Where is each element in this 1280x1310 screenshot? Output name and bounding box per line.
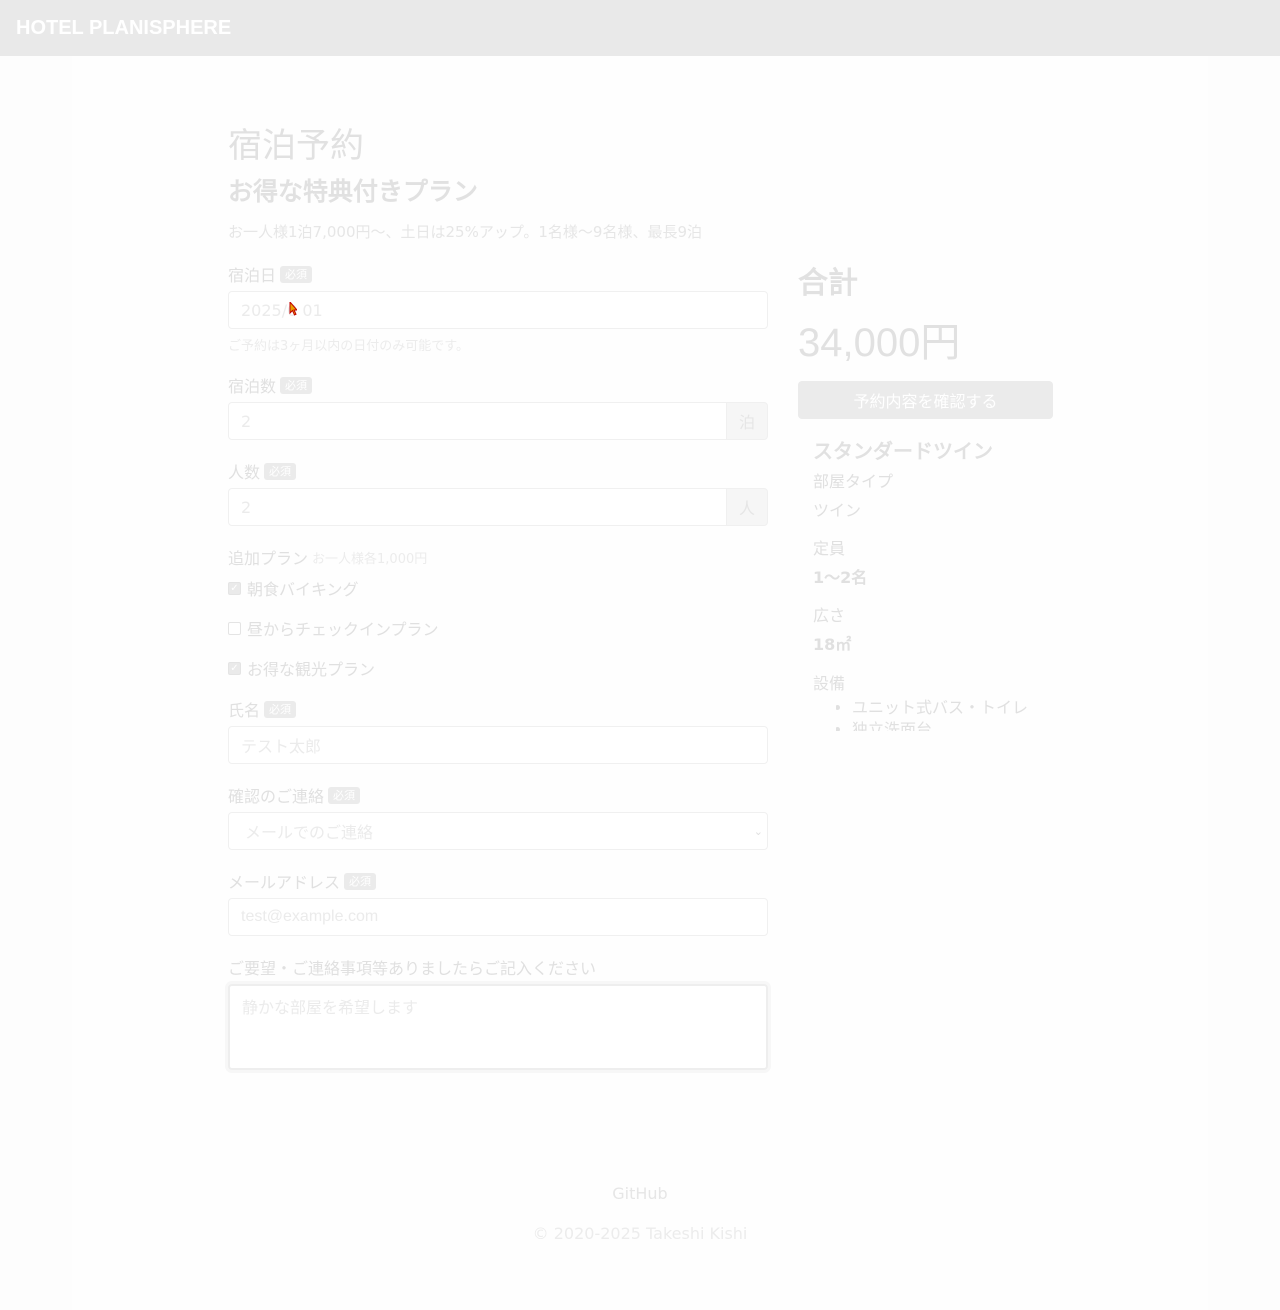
head-count-input[interactable]: 2 <box>228 488 727 526</box>
checkbox-checked-icon[interactable]: ✓ <box>228 581 241 595</box>
room-facilities-list: ユニット式バス・トイレ 独立洗面台 <box>836 697 1028 731</box>
email-label: メールアドレス 必須 <box>228 869 377 893</box>
room-type-value: ツイン <box>813 501 862 520</box>
comment-label: ご要望・ご連絡事項等ありましたらご記入ください <box>228 959 597 978</box>
date-help-text: ご予約は3ヶ月以内の日付のみ可能です。 <box>228 339 469 354</box>
plan-description: お一人様1泊7,000円〜、土日は25%アップ。1名様〜9名様、最長9泊 <box>228 223 703 241</box>
room-capacity-label: 定員 <box>813 539 846 558</box>
confirm-reservation-button[interactable]: 予約内容を確認する <box>798 381 1053 419</box>
required-badge: 必須 <box>280 265 313 283</box>
copyright: © 2020-2025 Takeshi Kishi <box>532 1224 748 1243</box>
checkbox-checked-icon[interactable]: ✓ <box>228 661 241 675</box>
room-size-label: 広さ <box>813 606 846 625</box>
term-unit: 泊 <box>726 402 768 440</box>
navbar: HOTEL PLANISPHERE <box>0 0 1280 56</box>
required-badge: 必須 <box>264 700 297 718</box>
room-name: スタンダードツイン <box>813 439 993 463</box>
list-item: 独立洗面台 <box>852 719 1028 731</box>
github-link: GitHub <box>612 1184 668 1203</box>
head-count-unit: 人 <box>726 488 768 526</box>
early-checkin-checkbox-row[interactable]: 昼からチェックインプラン <box>228 616 439 640</box>
required-badge: 必須 <box>280 376 313 394</box>
contact-label: 確認のご連絡 必須 <box>228 783 361 807</box>
required-badge: 必須 <box>328 786 361 804</box>
email-input[interactable]: test@example.com <box>228 898 768 936</box>
term-input[interactable]: 2 <box>228 402 727 440</box>
room-capacity-value: 1〜2名 <box>813 568 868 587</box>
term-label: 宿泊数 必須 <box>228 373 313 397</box>
sightseeing-checkbox-row[interactable]: ✓ お得な観光プラン <box>228 656 375 680</box>
page-title: 宿泊予約 <box>228 126 364 166</box>
contact-select[interactable]: メールでのご連絡 ⌄ <box>228 812 768 850</box>
room-size-value: 18㎡ <box>813 635 852 654</box>
list-item: ユニット式バス・トイレ <box>852 697 1028 719</box>
mouse-cursor-icon <box>289 302 297 316</box>
name-label: 氏名 必須 <box>228 697 297 721</box>
date-input[interactable]: 2025/0 01 <box>228 291 768 329</box>
required-badge: 必須 <box>344 872 377 890</box>
additional-plans-label: 追加プラン お一人様各1,000円 <box>228 549 428 568</box>
additional-plans-note: お一人様各1,000円 <box>312 551 428 567</box>
chevron-down-icon: ⌄ <box>753 825 763 838</box>
checkbox-unchecked-icon[interactable] <box>228 621 241 635</box>
required-badge: 必須 <box>264 462 297 480</box>
room-facilities-label: 設備 <box>813 674 846 693</box>
name-input[interactable]: テスト太郎 <box>228 726 768 764</box>
room-type-label: 部屋タイプ <box>813 472 894 491</box>
date-label: 宿泊日 必須 <box>228 262 313 286</box>
page-container <box>72 56 1208 1310</box>
breakfast-checkbox-row[interactable]: ✓ 朝食バイキング <box>228 576 359 600</box>
brand-logo[interactable]: HOTEL PLANISPHERE <box>16 17 231 40</box>
comment-textarea[interactable]: 静かな部屋を希望します <box>228 984 768 1070</box>
total-label: 合計 <box>798 266 858 301</box>
plan-name: お得な特典付きプラン <box>228 177 479 206</box>
total-price: 34,000円 <box>798 321 961 365</box>
head-count-label: 人数 必須 <box>228 459 297 483</box>
